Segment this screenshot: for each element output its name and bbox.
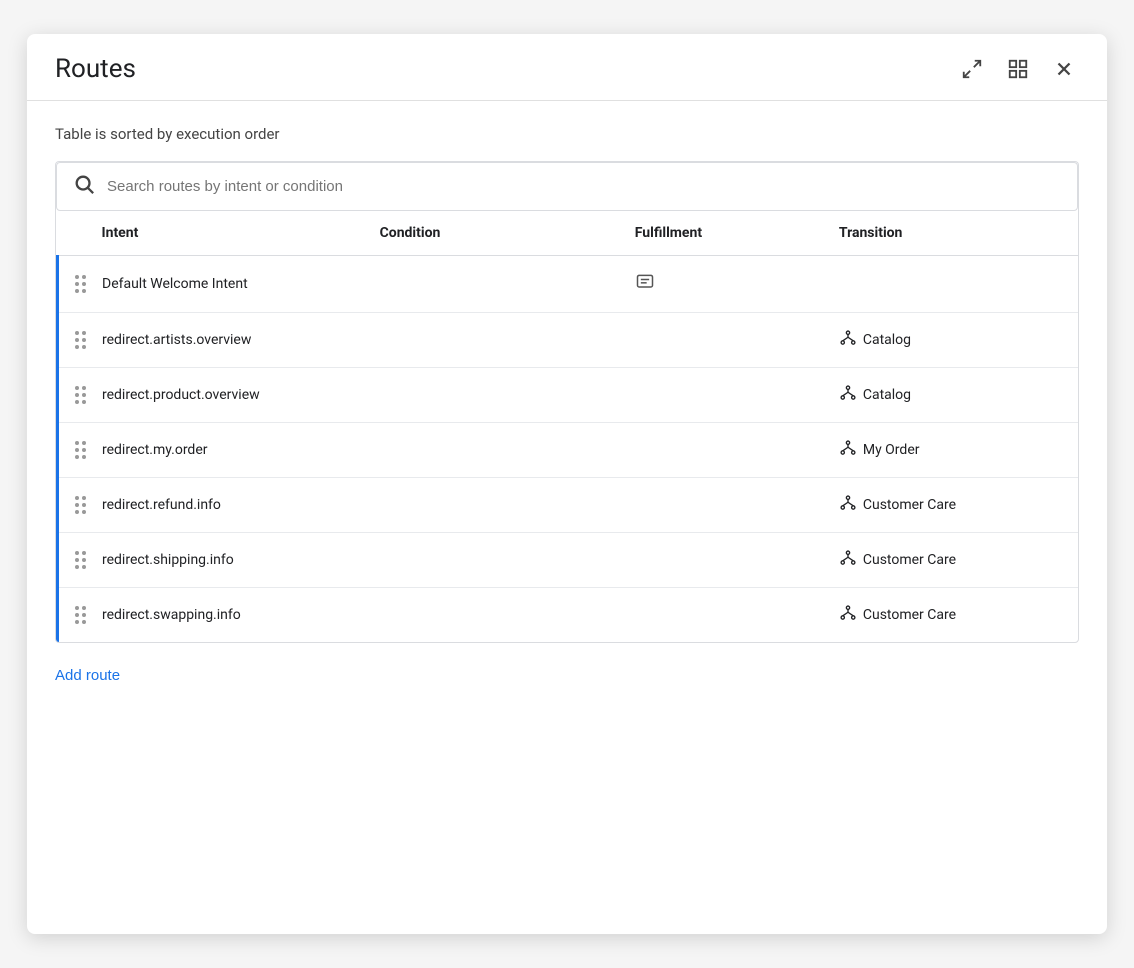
table-row[interactable]: redirect.shipping.info Customer Care	[58, 533, 1079, 588]
table-row[interactable]: redirect.product.overview Catalog	[58, 368, 1079, 423]
table-row[interactable]: redirect.my.order My Order	[58, 423, 1079, 478]
condition-cell	[364, 313, 619, 368]
expand-icon-button[interactable]	[957, 54, 987, 84]
drag-handle[interactable]	[71, 441, 90, 459]
col-header-fulfillment: Fulfillment	[619, 211, 823, 256]
fulfillment-cell	[619, 588, 823, 643]
transition-value: My Order	[823, 423, 1078, 477]
routes-dialog: Routes	[27, 34, 1107, 934]
intent-cell: redirect.refund.info	[59, 480, 364, 530]
search-bar	[56, 162, 1078, 211]
transition-label: My Order	[863, 442, 920, 458]
expand-icon	[961, 58, 983, 80]
close-button[interactable]	[1049, 54, 1079, 84]
transition-label: Catalog	[863, 332, 911, 348]
col-header-condition: Condition	[364, 211, 619, 256]
drag-handle[interactable]	[71, 606, 90, 624]
drag-handle[interactable]	[71, 551, 90, 569]
table-row[interactable]: redirect.refund.info Customer Care	[58, 478, 1079, 533]
transition-label: Customer Care	[863, 552, 956, 568]
intent-text: redirect.refund.info	[102, 497, 221, 513]
table-row[interactable]: redirect.swapping.info Customer Care	[58, 588, 1079, 643]
transition-label: Customer Care	[863, 607, 956, 623]
grid-icon	[1007, 58, 1029, 80]
fulfillment-cell	[619, 368, 823, 423]
branch-icon	[839, 439, 857, 461]
drag-handle[interactable]	[71, 275, 90, 293]
transition-cell: Customer Care	[823, 588, 1078, 643]
transition-cell: Catalog	[823, 368, 1078, 423]
branch-icon	[839, 329, 857, 351]
fulfillment-cell	[619, 423, 823, 478]
routes-table: Intent Condition Fulfillment Transition	[56, 211, 1078, 642]
branch-icon	[839, 494, 857, 516]
condition-cell	[364, 533, 619, 588]
intent-cell: redirect.artists.overview	[59, 315, 364, 365]
search-input[interactable]	[107, 178, 1061, 195]
table-container: Intent Condition Fulfillment Transition	[55, 161, 1079, 643]
add-route-button[interactable]: Add route	[55, 663, 120, 688]
transition-cell: Catalog	[823, 313, 1078, 368]
header-icons	[957, 54, 1079, 84]
intent-cell: redirect.swapping.info	[59, 590, 364, 640]
intent-text: redirect.shipping.info	[102, 552, 234, 568]
transition-value: Customer Care	[823, 588, 1078, 642]
transition-label: Catalog	[863, 387, 911, 403]
table-body: Default Welcome Intent redirect.artists.…	[58, 256, 1079, 643]
transition-cell: Customer Care	[823, 533, 1078, 588]
drag-handle[interactable]	[71, 386, 90, 404]
transition-value: Customer Care	[823, 533, 1078, 587]
intent-text: redirect.swapping.info	[102, 607, 241, 623]
dialog-body: Table is sorted by execution order Inten…	[27, 101, 1107, 934]
condition-cell	[364, 256, 619, 313]
condition-cell	[364, 368, 619, 423]
intent-cell: redirect.my.order	[59, 425, 364, 475]
transition-value: Catalog	[823, 368, 1078, 422]
sort-label: Table is sorted by execution order	[55, 125, 1079, 143]
transition-cell: My Order	[823, 423, 1078, 478]
table-row[interactable]: redirect.artists.overview Catalog	[58, 313, 1079, 368]
grid-icon-button[interactable]	[1003, 54, 1033, 84]
branch-icon	[839, 549, 857, 571]
transition-value: Catalog	[823, 313, 1078, 367]
drag-handle[interactable]	[71, 331, 90, 349]
branch-icon	[839, 604, 857, 626]
intent-cell: redirect.product.overview	[59, 370, 364, 420]
search-icon	[73, 173, 95, 200]
dialog-title: Routes	[55, 54, 136, 84]
fulfillment-message-icon	[619, 256, 823, 312]
transition-cell	[823, 256, 1078, 313]
intent-text: redirect.my.order	[102, 442, 208, 458]
fulfillment-cell	[619, 533, 823, 588]
col-header-intent: Intent	[58, 211, 364, 256]
condition-cell	[364, 478, 619, 533]
transition-value: Customer Care	[823, 478, 1078, 532]
drag-handle[interactable]	[71, 496, 90, 514]
close-icon	[1053, 58, 1075, 80]
table-header: Intent Condition Fulfillment Transition	[58, 211, 1079, 256]
condition-cell	[364, 423, 619, 478]
intent-text: Default Welcome Intent	[102, 276, 248, 292]
fulfillment-cell	[619, 313, 823, 368]
transition-label: Customer Care	[863, 497, 956, 513]
fulfillment-cell	[619, 478, 823, 533]
dialog-header: Routes	[27, 34, 1107, 101]
intent-text: redirect.artists.overview	[102, 332, 251, 348]
table-row[interactable]: Default Welcome Intent	[58, 256, 1079, 313]
col-header-transition: Transition	[823, 211, 1078, 256]
intent-cell: redirect.shipping.info	[59, 535, 364, 585]
intent-text: redirect.product.overview	[102, 387, 260, 403]
condition-cell	[364, 588, 619, 643]
branch-icon	[839, 384, 857, 406]
intent-cell: Default Welcome Intent	[59, 259, 364, 309]
fulfillment-cell	[619, 256, 823, 313]
transition-cell: Customer Care	[823, 478, 1078, 533]
